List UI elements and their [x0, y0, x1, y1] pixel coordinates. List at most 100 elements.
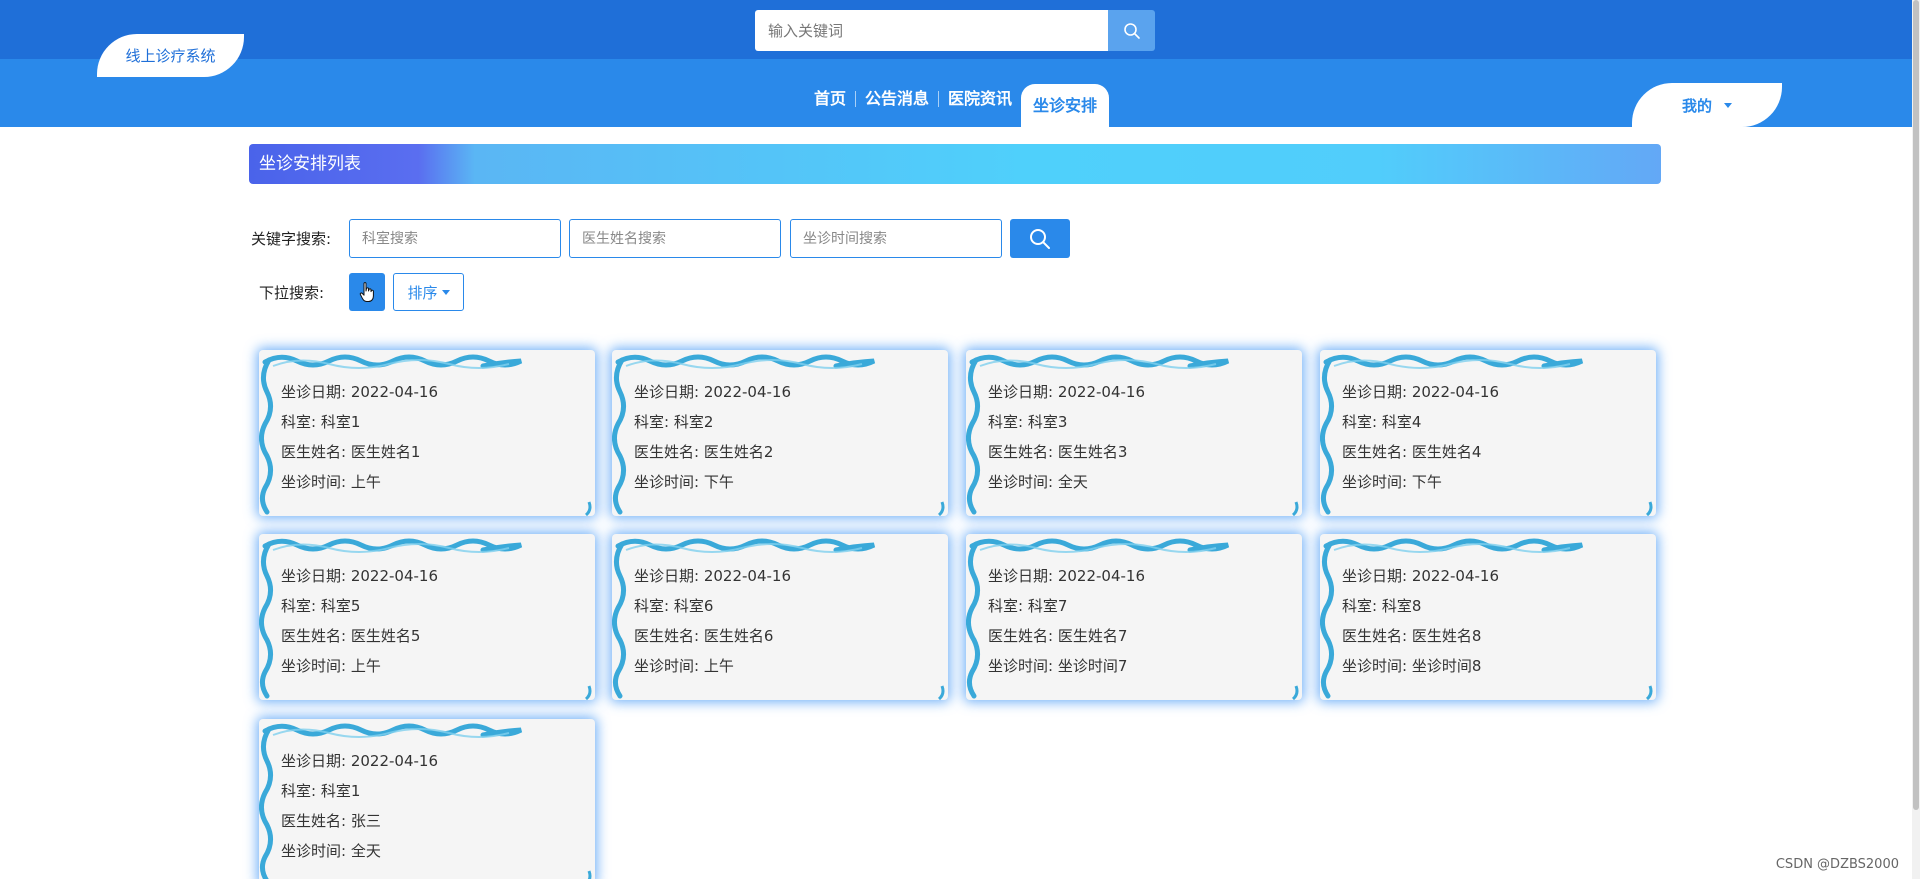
schedule-card[interactable]: 坐诊日期: 2022-04-16 科室: 科室1 医生姓名: 张三 坐诊时间: 全天	[259, 719, 595, 879]
search-icon	[1030, 228, 1050, 249]
schedule-time-row: 坐诊时间: 全天	[988, 467, 1145, 497]
my-account-menu[interactable]: 我的	[1632, 83, 1782, 127]
nav-item-announcements[interactable]: 公告消息	[856, 84, 938, 114]
field-label: 坐诊日期:	[1342, 567, 1408, 585]
card-details: 坐诊日期: 2022-04-16 科室: 科室6 医生姓名: 医生姓名6 坐诊时间: …	[634, 561, 791, 681]
field-label: 科室:	[988, 413, 1024, 431]
schedule-time-row: 坐诊时间: 下午	[1342, 467, 1499, 497]
schedule-card[interactable]: 坐诊日期: 2022-04-16 科室: 科室2 医生姓名: 医生姓名2 坐诊时间: …	[612, 350, 948, 516]
field-label: 坐诊日期:	[281, 567, 347, 585]
schedule-date-row: 坐诊日期: 2022-04-16	[988, 377, 1145, 407]
schedule-card[interactable]: 坐诊日期: 2022-04-16 科室: 科室4 医生姓名: 医生姓名4 坐诊时间: …	[1320, 350, 1656, 516]
header-search-input[interactable]	[755, 10, 1108, 51]
main-nav: 首页 公告消息 医院资讯 坐诊安排	[805, 84, 1110, 127]
keyword-search-label: 关键字搜索:	[251, 230, 332, 248]
schedule-card[interactable]: 坐诊日期: 2022-04-16 科室: 科室1 医生姓名: 医生姓名1 坐诊时间: …	[259, 350, 595, 516]
schedule-date-row: 坐诊日期: 2022-04-16	[634, 377, 791, 407]
schedule-time-search-input[interactable]	[790, 219, 1002, 258]
nav-item-schedule[interactable]: 坐诊安排	[1021, 84, 1110, 127]
field-value: 科室1	[320, 413, 361, 431]
field-value: 科室1	[320, 782, 361, 800]
field-value: 上午	[350, 657, 381, 675]
schedule-time-row: 坐诊时间: 上午	[281, 651, 438, 681]
field-value: 坐诊时间7	[1057, 657, 1128, 675]
field-value: 科室4	[1381, 413, 1422, 431]
field-value: 医生姓名8	[1411, 627, 1482, 645]
card-details: 坐诊日期: 2022-04-16 科室: 科室2 医生姓名: 医生姓名2 坐诊时间: …	[634, 377, 791, 497]
page-scrollbar[interactable]	[1912, 0, 1920, 879]
field-value: 医生姓名2	[703, 443, 774, 461]
field-value: 2022-04-16	[1411, 567, 1500, 585]
card-details: 坐诊日期: 2022-04-16 科室: 科室4 医生姓名: 医生姓名4 坐诊时间: …	[1342, 377, 1499, 497]
nav-item-hospital-news[interactable]: 医院资讯	[939, 84, 1021, 114]
schedule-date-row: 坐诊日期: 2022-04-16	[1342, 561, 1499, 591]
schedule-time-row: 坐诊时间: 坐诊时间7	[988, 651, 1145, 681]
sort-dropdown-button[interactable]: 排序	[393, 273, 464, 311]
field-value: 上午	[350, 473, 381, 491]
schedule-time-row: 坐诊时间: 上午	[281, 467, 438, 497]
field-value: 科室7	[1027, 597, 1068, 615]
field-label: 坐诊时间:	[281, 842, 347, 860]
logo-text: 线上诊疗系统	[125, 47, 216, 65]
field-label: 科室:	[634, 597, 670, 615]
doctor-name-row: 医生姓名: 医生姓名7	[988, 621, 1145, 651]
dropdown-search-button[interactable]	[349, 273, 385, 311]
site-logo[interactable]: 线上诊疗系统	[97, 34, 244, 77]
department-search-input[interactable]	[349, 219, 561, 258]
doctor-name-row: 医生姓名: 张三	[281, 806, 438, 836]
header-search-button[interactable]	[1108, 10, 1155, 51]
field-value: 全天	[1057, 473, 1088, 491]
field-value: 医生姓名4	[1411, 443, 1482, 461]
field-label: 科室:	[281, 597, 317, 615]
field-label: 坐诊时间:	[634, 473, 700, 491]
field-label: 科室:	[1342, 413, 1378, 431]
card-details: 坐诊日期: 2022-04-16 科室: 科室7 医生姓名: 医生姓名7 坐诊时间: …	[988, 561, 1145, 681]
field-label: 医生姓名:	[281, 812, 347, 830]
field-value: 2022-04-16	[1411, 383, 1500, 401]
nav-item-home[interactable]: 首页	[805, 84, 855, 114]
field-value: 科室8	[1381, 597, 1422, 615]
schedule-time-row: 坐诊时间: 全天	[281, 836, 438, 866]
doctor-name-row: 医生姓名: 医生姓名1	[281, 437, 438, 467]
department-row: 科室: 科室3	[988, 407, 1145, 437]
scrollbar-thumb[interactable]	[1913, 0, 1919, 810]
field-label: 科室:	[1342, 597, 1378, 615]
field-label: 医生姓名:	[281, 443, 347, 461]
field-label: 医生姓名:	[634, 443, 700, 461]
keyword-search-button[interactable]	[1010, 219, 1070, 258]
schedule-card[interactable]: 坐诊日期: 2022-04-16 科室: 科室8 医生姓名: 医生姓名8 坐诊时间: …	[1320, 534, 1656, 700]
field-value: 下午	[1411, 473, 1442, 491]
field-value: 医生姓名6	[703, 627, 774, 645]
card-details: 坐诊日期: 2022-04-16 科室: 科室3 医生姓名: 医生姓名3 坐诊时间: …	[988, 377, 1145, 497]
header-search	[755, 10, 1155, 51]
field-value: 科室3	[1027, 413, 1068, 431]
schedule-card[interactable]: 坐诊日期: 2022-04-16 科室: 科室6 医生姓名: 医生姓名6 坐诊时间: …	[612, 534, 948, 700]
card-details: 坐诊日期: 2022-04-16 科室: 科室1 医生姓名: 医生姓名1 坐诊时间: …	[281, 377, 438, 497]
field-label: 坐诊日期:	[1342, 383, 1408, 401]
field-label: 科室:	[634, 413, 670, 431]
schedule-date-row: 坐诊日期: 2022-04-16	[1342, 377, 1499, 407]
schedule-date-row: 坐诊日期: 2022-04-16	[281, 746, 438, 776]
field-label: 医生姓名:	[281, 627, 347, 645]
field-label: 科室:	[281, 782, 317, 800]
field-label: 坐诊时间:	[634, 657, 700, 675]
department-row: 科室: 科室1	[281, 776, 438, 806]
field-label: 医生姓名:	[1342, 627, 1408, 645]
schedule-card[interactable]: 坐诊日期: 2022-04-16 科室: 科室3 医生姓名: 医生姓名3 坐诊时间: …	[966, 350, 1302, 516]
schedule-date-row: 坐诊日期: 2022-04-16	[281, 377, 438, 407]
schedule-card[interactable]: 坐诊日期: 2022-04-16 科室: 科室7 医生姓名: 医生姓名7 坐诊时间: …	[966, 534, 1302, 700]
schedule-time-row: 坐诊时间: 上午	[634, 651, 791, 681]
field-value: 科室5	[320, 597, 361, 615]
department-row: 科室: 科室2	[634, 407, 791, 437]
doctor-name-row: 医生姓名: 医生姓名5	[281, 621, 438, 651]
schedule-time-row: 坐诊时间: 下午	[634, 467, 791, 497]
department-row: 科室: 科室6	[634, 591, 791, 621]
schedule-card[interactable]: 坐诊日期: 2022-04-16 科室: 科室5 医生姓名: 医生姓名5 坐诊时间: …	[259, 534, 595, 700]
caret-down-icon	[1724, 102, 1732, 108]
dropdown-search-label: 下拉搜索:	[259, 284, 325, 302]
search-icon	[1123, 22, 1140, 39]
field-value: 2022-04-16	[703, 567, 792, 585]
department-row: 科室: 科室8	[1342, 591, 1499, 621]
field-value: 全天	[350, 842, 381, 860]
doctor-name-search-input[interactable]	[569, 219, 781, 258]
